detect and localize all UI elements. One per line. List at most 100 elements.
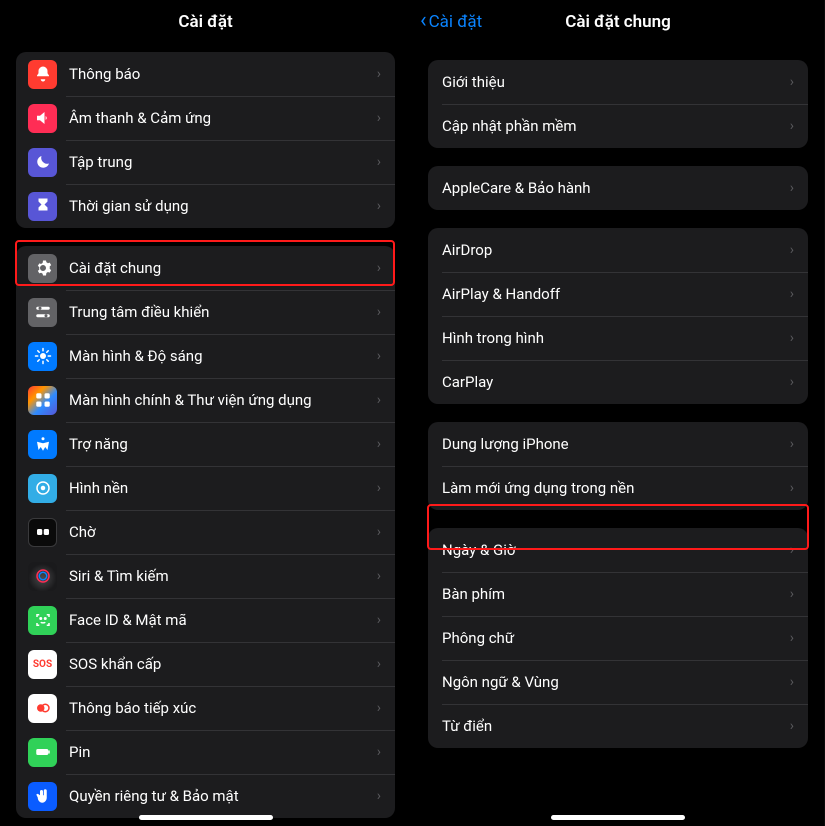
- right-section-2: AirDrop › AirPlay & Handoff › Hình trong…: [428, 228, 808, 404]
- row-pin[interactable]: Pin ›: [16, 730, 395, 774]
- right-section-3: Dung lượng iPhone › Làm mới ứng dụng tro…: [428, 422, 808, 510]
- row-applecare[interactable]: AppleCare & Bảo hành ›: [428, 166, 808, 210]
- row-airplay[interactable]: AirPlay & Handoff ›: [428, 272, 808, 316]
- row-label: Màn hình & Độ sáng: [69, 347, 371, 365]
- row-label: Phông chữ: [442, 629, 784, 647]
- row-quyen-rieng-tu[interactable]: Quyền riêng tư & Bảo mật ›: [16, 774, 395, 818]
- row-label: Hình nền: [69, 479, 371, 497]
- row-siri[interactable]: Siri & Tìm kiếm ›: [16, 554, 395, 598]
- row-label: SOS khẩn cấp: [69, 655, 371, 673]
- left-section-1: Cài đặt chung › Trung tâm điều khiển › M…: [16, 246, 395, 818]
- chevron-right-icon: ›: [790, 480, 794, 496]
- row-ngay-gio[interactable]: Ngày & Giờ ›: [428, 528, 808, 572]
- chevron-right-icon: ›: [790, 586, 794, 602]
- chevron-right-icon: ›: [790, 180, 794, 196]
- right-title: Cài đặt chung: [565, 12, 671, 32]
- row-airdrop[interactable]: AirDrop ›: [428, 228, 808, 272]
- row-pip[interactable]: Hình trong hình ›: [428, 316, 808, 360]
- right-section-4: Ngày & Giờ › Bàn phím › Phông chữ › Ngôn…: [428, 528, 808, 748]
- chevron-right-icon: ›: [790, 74, 794, 90]
- row-ngon-ngu[interactable]: Ngôn ngữ & Vùng ›: [428, 660, 808, 704]
- row-ban-phim[interactable]: Bàn phím ›: [428, 572, 808, 616]
- chevron-right-icon: ›: [790, 374, 794, 390]
- row-label: Cài đặt chung: [69, 259, 371, 277]
- row-label: Màn hình chính & Thư viện ứng dụng: [69, 391, 371, 409]
- chevron-right-icon: ›: [790, 286, 794, 302]
- row-lam-moi[interactable]: Làm mới ứng dụng trong nền ›: [428, 466, 808, 510]
- row-cai-dat-chung[interactable]: Cài đặt chung ›: [16, 246, 395, 290]
- siri-icon: [28, 562, 57, 591]
- chevron-right-icon: ›: [377, 656, 381, 672]
- row-gioi-thieu[interactable]: Giới thiệu ›: [428, 60, 808, 104]
- chevron-right-icon: ›: [790, 718, 794, 734]
- home-indicator[interactable]: [139, 815, 273, 820]
- chevron-right-icon: ›: [790, 118, 794, 134]
- chevron-right-icon: ›: [377, 436, 381, 452]
- row-am-thanh[interactable]: Âm thanh & Cảm ứng ›: [16, 96, 395, 140]
- row-carplay[interactable]: CarPlay ›: [428, 360, 808, 404]
- chevron-right-icon: ›: [790, 330, 794, 346]
- row-label: Ngày & Giờ: [442, 541, 784, 559]
- left-content: Thông báo › Âm thanh & Cảm ứng › Tập tru…: [0, 52, 411, 826]
- chevron-right-icon: ›: [790, 542, 794, 558]
- row-tap-trung[interactable]: Tập trung ›: [16, 140, 395, 184]
- row-label: AirDrop: [442, 241, 784, 259]
- row-thoi-gian[interactable]: Thời gian sử dụng ›: [16, 184, 395, 228]
- row-man-hinh-chinh[interactable]: Màn hình chính & Thư viện ứng dụng ›: [16, 378, 395, 422]
- chevron-right-icon: ›: [790, 674, 794, 690]
- chevron-right-icon: ›: [377, 198, 381, 214]
- chevron-right-icon: ›: [790, 436, 794, 452]
- row-label: Thông báo tiếp xúc: [69, 699, 371, 717]
- home-indicator[interactable]: [551, 815, 685, 820]
- row-label: Trợ năng: [69, 435, 371, 453]
- row-thong-bao[interactable]: Thông báo ›: [16, 52, 395, 96]
- chevron-right-icon: ›: [790, 242, 794, 258]
- row-label: Thời gian sử dụng: [69, 197, 371, 215]
- row-tiep-xuc[interactable]: Thông báo tiếp xúc ›: [16, 686, 395, 730]
- right-section-0: Giới thiệu › Cập nhật phần mềm ›: [428, 60, 808, 148]
- sound-icon: [28, 104, 57, 133]
- apps-icon: [28, 386, 57, 415]
- row-sos[interactable]: SOS SOS khẩn cấp ›: [16, 642, 395, 686]
- row-cap-nhat[interactable]: Cập nhật phần mềm ›: [428, 104, 808, 148]
- row-dung-luong[interactable]: Dung lượng iPhone ›: [428, 422, 808, 466]
- row-man-hinh-sang[interactable]: Màn hình & Độ sáng ›: [16, 334, 395, 378]
- chevron-right-icon: ›: [377, 612, 381, 628]
- notification-icon: [28, 60, 57, 89]
- row-label: Làm mới ứng dụng trong nền: [442, 479, 784, 497]
- chevron-right-icon: ›: [377, 480, 381, 496]
- row-faceid[interactable]: Face ID & Mật mã ›: [16, 598, 395, 642]
- row-label: Ngôn ngữ & Vùng: [442, 673, 784, 691]
- row-label: CarPlay: [442, 373, 784, 391]
- general-screen: ‹ Cài đặt Cài đặt chung Giới thiệu › Cập…: [412, 0, 824, 826]
- row-trung-tam[interactable]: Trung tâm điều khiển ›: [16, 290, 395, 334]
- row-tu-dien[interactable]: Từ điển ›: [428, 704, 808, 748]
- exposure-icon: [28, 694, 57, 723]
- right-section-1: AppleCare & Bảo hành ›: [428, 166, 808, 210]
- row-tro-nang[interactable]: Trợ năng ›: [16, 422, 395, 466]
- chevron-right-icon: ›: [790, 630, 794, 646]
- row-label: Dung lượng iPhone: [442, 435, 784, 453]
- row-label: Trung tâm điều khiển: [69, 303, 371, 321]
- row-label: Hình trong hình: [442, 329, 784, 347]
- row-hinh-nen[interactable]: Hình nền ›: [16, 466, 395, 510]
- back-button[interactable]: ‹ Cài đặt: [420, 0, 482, 44]
- row-label: Giới thiệu: [442, 73, 784, 91]
- row-label: Thông báo: [69, 65, 371, 83]
- chevron-right-icon: ›: [377, 744, 381, 760]
- left-section-0: Thông báo › Âm thanh & Cảm ứng › Tập tru…: [16, 52, 395, 228]
- chevron-right-icon: ›: [377, 110, 381, 126]
- moon-icon: [28, 148, 57, 177]
- row-cho[interactable]: Chờ ›: [16, 510, 395, 554]
- standby-icon: [28, 518, 57, 547]
- chevron-right-icon: ›: [377, 260, 381, 276]
- hourglass-icon: [28, 192, 57, 221]
- right-titlebar: ‹ Cài đặt Cài đặt chung: [412, 0, 824, 44]
- row-label: Chờ: [69, 523, 371, 541]
- row-label: Siri & Tìm kiếm: [69, 567, 371, 585]
- row-label: AppleCare & Bảo hành: [442, 179, 784, 197]
- row-phong-chu[interactable]: Phông chữ ›: [428, 616, 808, 660]
- left-title: Cài đặt: [178, 12, 232, 32]
- row-label: Âm thanh & Cảm ứng: [69, 109, 371, 127]
- faceid-icon: [28, 606, 57, 635]
